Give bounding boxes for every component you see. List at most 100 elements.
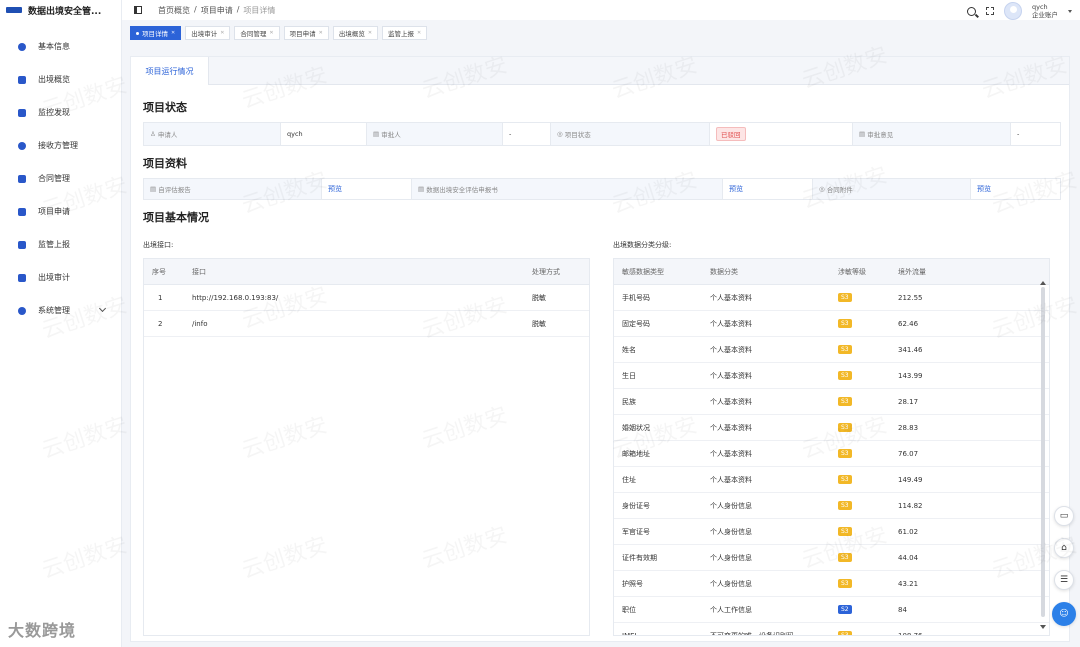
sidebar-item-receiver[interactable]: 接收方管理 (0, 129, 121, 162)
sidebar-item-system[interactable]: 系统管理 (0, 294, 121, 327)
tab-project-detail[interactable]: 项目详情 ✕ (130, 26, 182, 40)
brand: 数据出境安全管... (0, 0, 121, 20)
scroll-down-icon[interactable] (1040, 625, 1046, 629)
main-card: 项目运行情况 项目状态 ♙ 申请人 qych ▤ 审批人 - ◎ 项目状态 已驳… (130, 56, 1070, 642)
cell-level: S3 (830, 293, 890, 302)
location-icon: ◎ (819, 185, 827, 193)
sidebar-item-project-apply[interactable]: 项目申请 (0, 195, 121, 228)
sidebar-item-label: 项目申请 (38, 207, 70, 216)
tab-label: 合同管理 (240, 30, 267, 38)
sidebar-item-overview[interactable]: 出境概览 (0, 63, 121, 96)
col-traffic: 境外流量 (898, 267, 926, 276)
doc-icon: ▤ (373, 130, 382, 138)
cell-traffic: 43.21 (898, 579, 919, 588)
cell-type: 职位 (622, 605, 636, 614)
chevron-down-icon (98, 304, 107, 313)
opinion-value: - (1011, 123, 1060, 145)
sidebar-item-report[interactable]: 监管上报 (0, 228, 121, 261)
close-icon[interactable]: ✕ (319, 30, 323, 36)
sidebar-item-contract[interactable]: 合同管理 (0, 162, 121, 195)
close-icon[interactable]: ✕ (417, 30, 421, 36)
cell-type: 婚姻状况 (622, 423, 650, 432)
opinion-label-text: 审批意见 (867, 131, 894, 139)
close-icon[interactable]: ✕ (171, 30, 175, 36)
cell-level: S3 (830, 631, 890, 635)
contract-icon (18, 174, 26, 183)
interface-label: 出境接口: (143, 241, 174, 249)
scrollbar[interactable] (1041, 287, 1045, 617)
cell-level: S3 (830, 371, 890, 380)
tab-contract[interactable]: 合同管理 ✕ (234, 26, 280, 40)
close-icon[interactable]: ✕ (220, 30, 224, 36)
cell-traffic: 28.17 (898, 397, 919, 406)
doc-icon: ▤ (418, 185, 427, 193)
level-badge: S2 (838, 605, 852, 614)
cell-index: 1 (158, 293, 163, 302)
cell-traffic: 44.04 (898, 553, 919, 562)
level-badge: S3 (838, 449, 852, 458)
overview-icon (18, 75, 26, 84)
doc-icon: ▤ (150, 185, 159, 193)
status-row: ♙ 申请人 qych ▤ 审批人 - ◎ 项目状态 已驳回 ▤ 审批意见 - (143, 122, 1061, 146)
cell-traffic: 149.49 (898, 475, 923, 484)
sidebar-item-monitor[interactable]: 监控发现 (0, 96, 121, 129)
tab-overview[interactable]: 出境概览 ✕ (332, 26, 379, 40)
cell-level: S3 (830, 397, 890, 406)
table-row: 姓名 个人基本资料 S3 341.46 (614, 337, 1049, 363)
close-icon[interactable]: ✕ (368, 30, 372, 36)
user-icon: ♙ (150, 130, 158, 138)
cell-traffic: 84 (898, 605, 907, 614)
cell-traffic: 61.02 (898, 527, 919, 536)
classify-label: 出境数据分类分级: (613, 241, 672, 249)
fullscreen-icon[interactable] (986, 7, 994, 15)
card-tabs: 项目运行情况 (131, 57, 1069, 85)
cell-type: 军官证号 (622, 527, 650, 536)
breadcrumb: 首页概览 / 项目申请 / 项目详情 (158, 5, 275, 16)
user-info[interactable]: qych 企业账户 (1032, 3, 1058, 19)
customer-service-icon[interactable]: ☺ (1052, 602, 1076, 626)
doc3-label: ◎ 合同附件 (813, 179, 971, 199)
cell-interface: http://192.168.0.193:83/ (192, 293, 279, 302)
cell-category: 不可变更的唯一设备识别码 (710, 631, 794, 636)
calendar-icon[interactable]: ▭ (1054, 506, 1074, 526)
menu-icon[interactable]: ☰ (1054, 570, 1074, 590)
cell-category: 个人身份信息 (710, 501, 752, 510)
doc3-preview-link[interactable]: 预览 (977, 184, 991, 194)
doc3-preview-cell: 预览 (971, 179, 1060, 199)
sidebar-toggle-icon[interactable] (134, 6, 142, 14)
tab-project-apply[interactable]: 项目申请 ✕ (283, 26, 329, 40)
section-title-status: 项目状态 (143, 101, 187, 114)
sidebar-item-audit[interactable]: 出境审计 (0, 261, 121, 294)
cell-category: 个人基本资料 (710, 371, 752, 380)
table-row: 1 http://192.168.0.193:83/ 脱敏 (144, 285, 589, 311)
breadcrumb-home[interactable]: 首页概览 (158, 5, 190, 16)
doc2-preview-link[interactable]: 预览 (729, 184, 743, 194)
float-tools: ▭ ⌂ ☰ ☺ (1052, 506, 1076, 626)
search-icon[interactable] (967, 6, 976, 16)
app-title: 数据出境安全管... (28, 6, 102, 17)
tab-project-running[interactable]: 项目运行情况 (131, 57, 209, 85)
close-icon[interactable]: ✕ (269, 30, 273, 36)
cell-level: S3 (830, 423, 890, 432)
cell-category: 个人基本资料 (710, 293, 752, 302)
doc3-label-text: 合同附件 (826, 186, 853, 194)
scroll-up-icon[interactable] (1040, 281, 1046, 285)
doc1-preview-link[interactable]: 预览 (328, 184, 342, 194)
home-icon[interactable]: ⌂ (1054, 538, 1074, 558)
cell-category: 个人基本资料 (710, 449, 752, 458)
col-method: 处理方式 (532, 267, 560, 276)
table-row: IMEI 不可变更的唯一设备识别码 S3 108.76 (614, 623, 1049, 636)
cell-level: S3 (830, 527, 890, 536)
cell-type: 民族 (622, 397, 636, 406)
cell-category: 个人基本资料 (710, 475, 752, 484)
sidebar-item-label: 出境概览 (38, 75, 70, 84)
tab-audit[interactable]: 出境审计 ✕ (185, 26, 231, 40)
cell-type: 姓名 (622, 345, 636, 354)
tab-report[interactable]: 监管上报 ✕ (382, 26, 428, 40)
table-row: 证件有效期 个人身份信息 S3 44.04 (614, 545, 1049, 571)
breadcrumb-project-apply[interactable]: 项目申请 (201, 5, 233, 16)
sidebar-item-basic-info[interactable]: 基本信息 (0, 30, 121, 63)
caret-down-icon[interactable] (1068, 9, 1072, 13)
avatar[interactable] (1004, 2, 1022, 20)
table-header: 序号 接口 处理方式 (144, 259, 589, 285)
